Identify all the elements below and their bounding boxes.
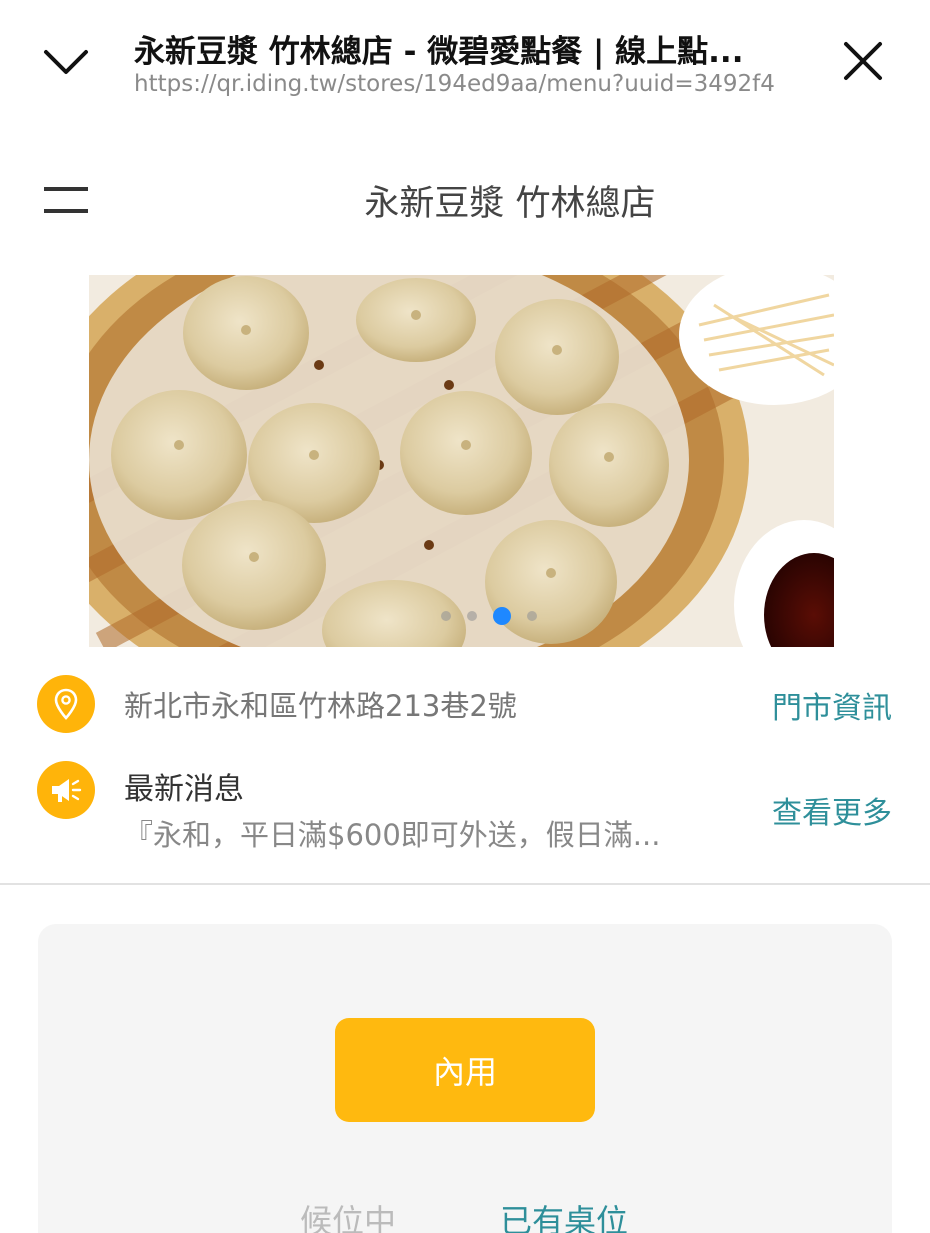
carousel-indicators [89,607,834,625]
megaphone-icon [37,761,95,819]
news-title: 最新消息 [124,772,244,807]
waiting-option[interactable]: 候位中 [300,1196,396,1233]
store-info-link[interactable]: 門市資訊 [772,683,892,727]
banner-image[interactable] [89,275,834,647]
carousel-dot[interactable] [441,611,451,621]
location-pin-icon [37,675,95,733]
browser-top-bar: 永新豆漿 竹林總店 - 微碧愛點餐 | 線上點... https://qr.id… [0,0,930,115]
page-title: 永新豆漿 竹林總店 - 微碧愛點餐 | 線上點... [134,34,744,70]
carousel-dot-active[interactable] [493,607,511,625]
dine-in-button[interactable]: 內用 [335,1018,595,1122]
carousel-dot[interactable] [527,611,537,621]
chevron-down-icon[interactable] [40,40,92,80]
close-icon[interactable] [840,38,886,84]
see-more-link[interactable]: 查看更多 [772,788,892,832]
page-url[interactable]: https://qr.iding.tw/stores/194ed9aa/menu… [134,71,794,97]
has-table-option[interactable]: 已有桌位 [500,1196,628,1233]
store-name: 永新豆漿 竹林總店 [364,184,656,224]
dumplings-photo [89,275,834,647]
store-address: 新北市永和區竹林路213巷2號 [124,689,517,723]
news-text[interactable]: 『永和，平日滿$600即可外送，假日滿... [124,812,734,854]
divider [0,883,930,885]
carousel-dot[interactable] [467,611,477,621]
